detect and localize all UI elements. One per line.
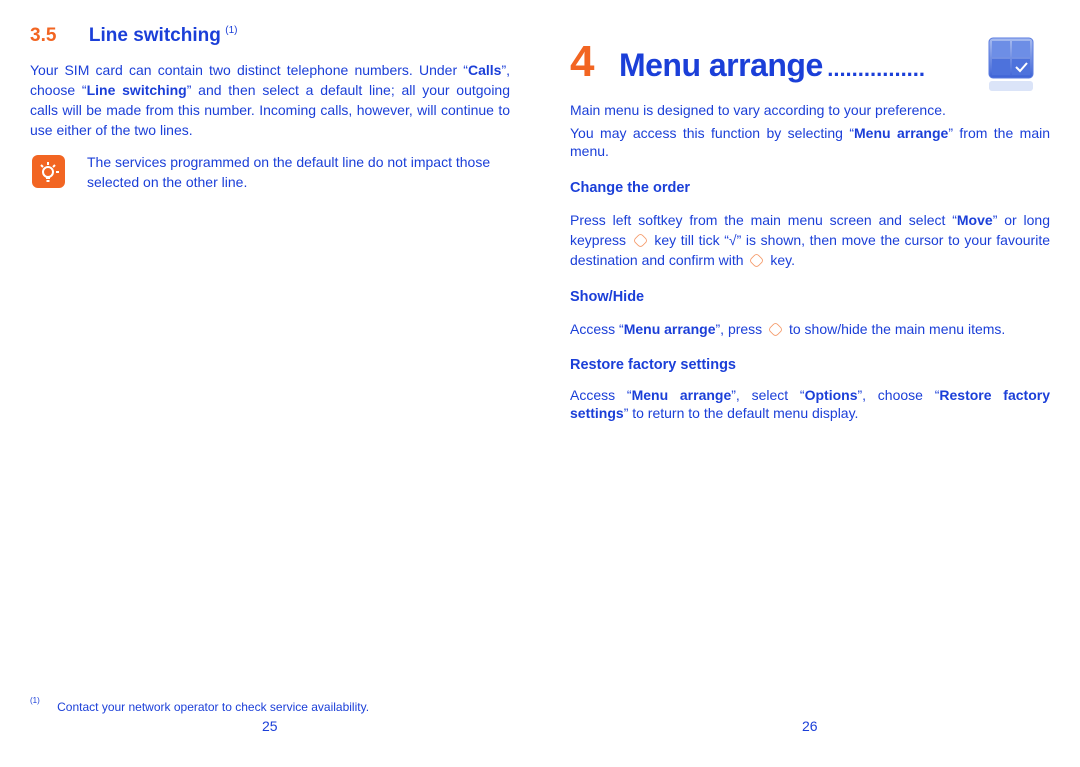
lightbulb-icon <box>32 155 65 188</box>
text-run: Access “ <box>570 387 632 403</box>
bold-term: Calls <box>467 62 502 78</box>
line-switching-paragraph: Your SIM card can contain two distinct t… <box>30 60 510 140</box>
text-run: key. <box>766 252 795 268</box>
section-title: Line switching <box>88 25 221 46</box>
ok-key-icon <box>767 321 784 338</box>
ok-key-icon <box>749 252 765 269</box>
bold-term: Menu arrange <box>631 387 732 403</box>
text-run: Main menu is designed to vary according … <box>570 102 946 118</box>
ok-key-icon <box>632 232 648 249</box>
chapter-leader: ................ <box>827 56 926 81</box>
bold-term: Move <box>956 212 993 228</box>
footnote-ref: (1) <box>225 25 238 36</box>
text-run: ”, choose “ <box>857 387 940 403</box>
footnote-text: Contact your network operator to check s… <box>57 700 370 714</box>
footnote: (1) Contact your network operator to che… <box>30 696 369 714</box>
change-order-heading: Change the order <box>570 180 691 196</box>
text-run: You may access this function by selectin… <box>570 125 854 141</box>
show-hide-text: Access “Menu arrange”, press to show/hid… <box>570 319 1050 339</box>
text-run: ”, press <box>715 321 767 337</box>
text-run: Access “ <box>570 321 624 337</box>
intro-paragraph-1: Main menu is designed to vary according … <box>570 100 1050 120</box>
restore-text: Access “Menu arrange”, select “Options”,… <box>570 386 1050 422</box>
bold-term: Line switching <box>86 82 187 98</box>
chapter-heading: 4 Menu arrange ................ <box>570 37 925 94</box>
text-run: ” to return to the default menu display. <box>623 405 859 421</box>
chapter-title: Menu arrange <box>618 47 823 83</box>
text-run: to show/hide the main menu items. <box>785 321 1006 337</box>
intro-paragraph-2: You may access this function by selectin… <box>570 124 1050 160</box>
restore-heading: Restore factory settings <box>570 357 736 373</box>
text-run: ”, select “ <box>731 387 805 403</box>
section-number: 3.5 <box>30 25 57 46</box>
footnote-marker: (1) <box>30 696 40 705</box>
bold-term: Menu arrange <box>623 321 716 337</box>
section-heading: 3.5 Line switching (1) <box>30 25 238 47</box>
chapter-number: 4 <box>570 37 595 86</box>
page-number-left: 25 <box>262 718 278 734</box>
tip-text: The services programmed on the default l… <box>87 154 491 190</box>
bold-term: Menu arrange <box>854 125 949 141</box>
show-hide-heading: Show/Hide <box>570 289 645 305</box>
text-run: Your SIM card can contain two distinct t… <box>30 62 468 78</box>
page-number-right: 26 <box>802 718 818 734</box>
menu-grid-check-icon <box>988 37 1034 98</box>
change-order-text: Press left softkey from the main menu sc… <box>570 210 1050 270</box>
text-run: Press left softkey from the main menu sc… <box>570 212 957 228</box>
bold-term: Options <box>804 387 858 403</box>
